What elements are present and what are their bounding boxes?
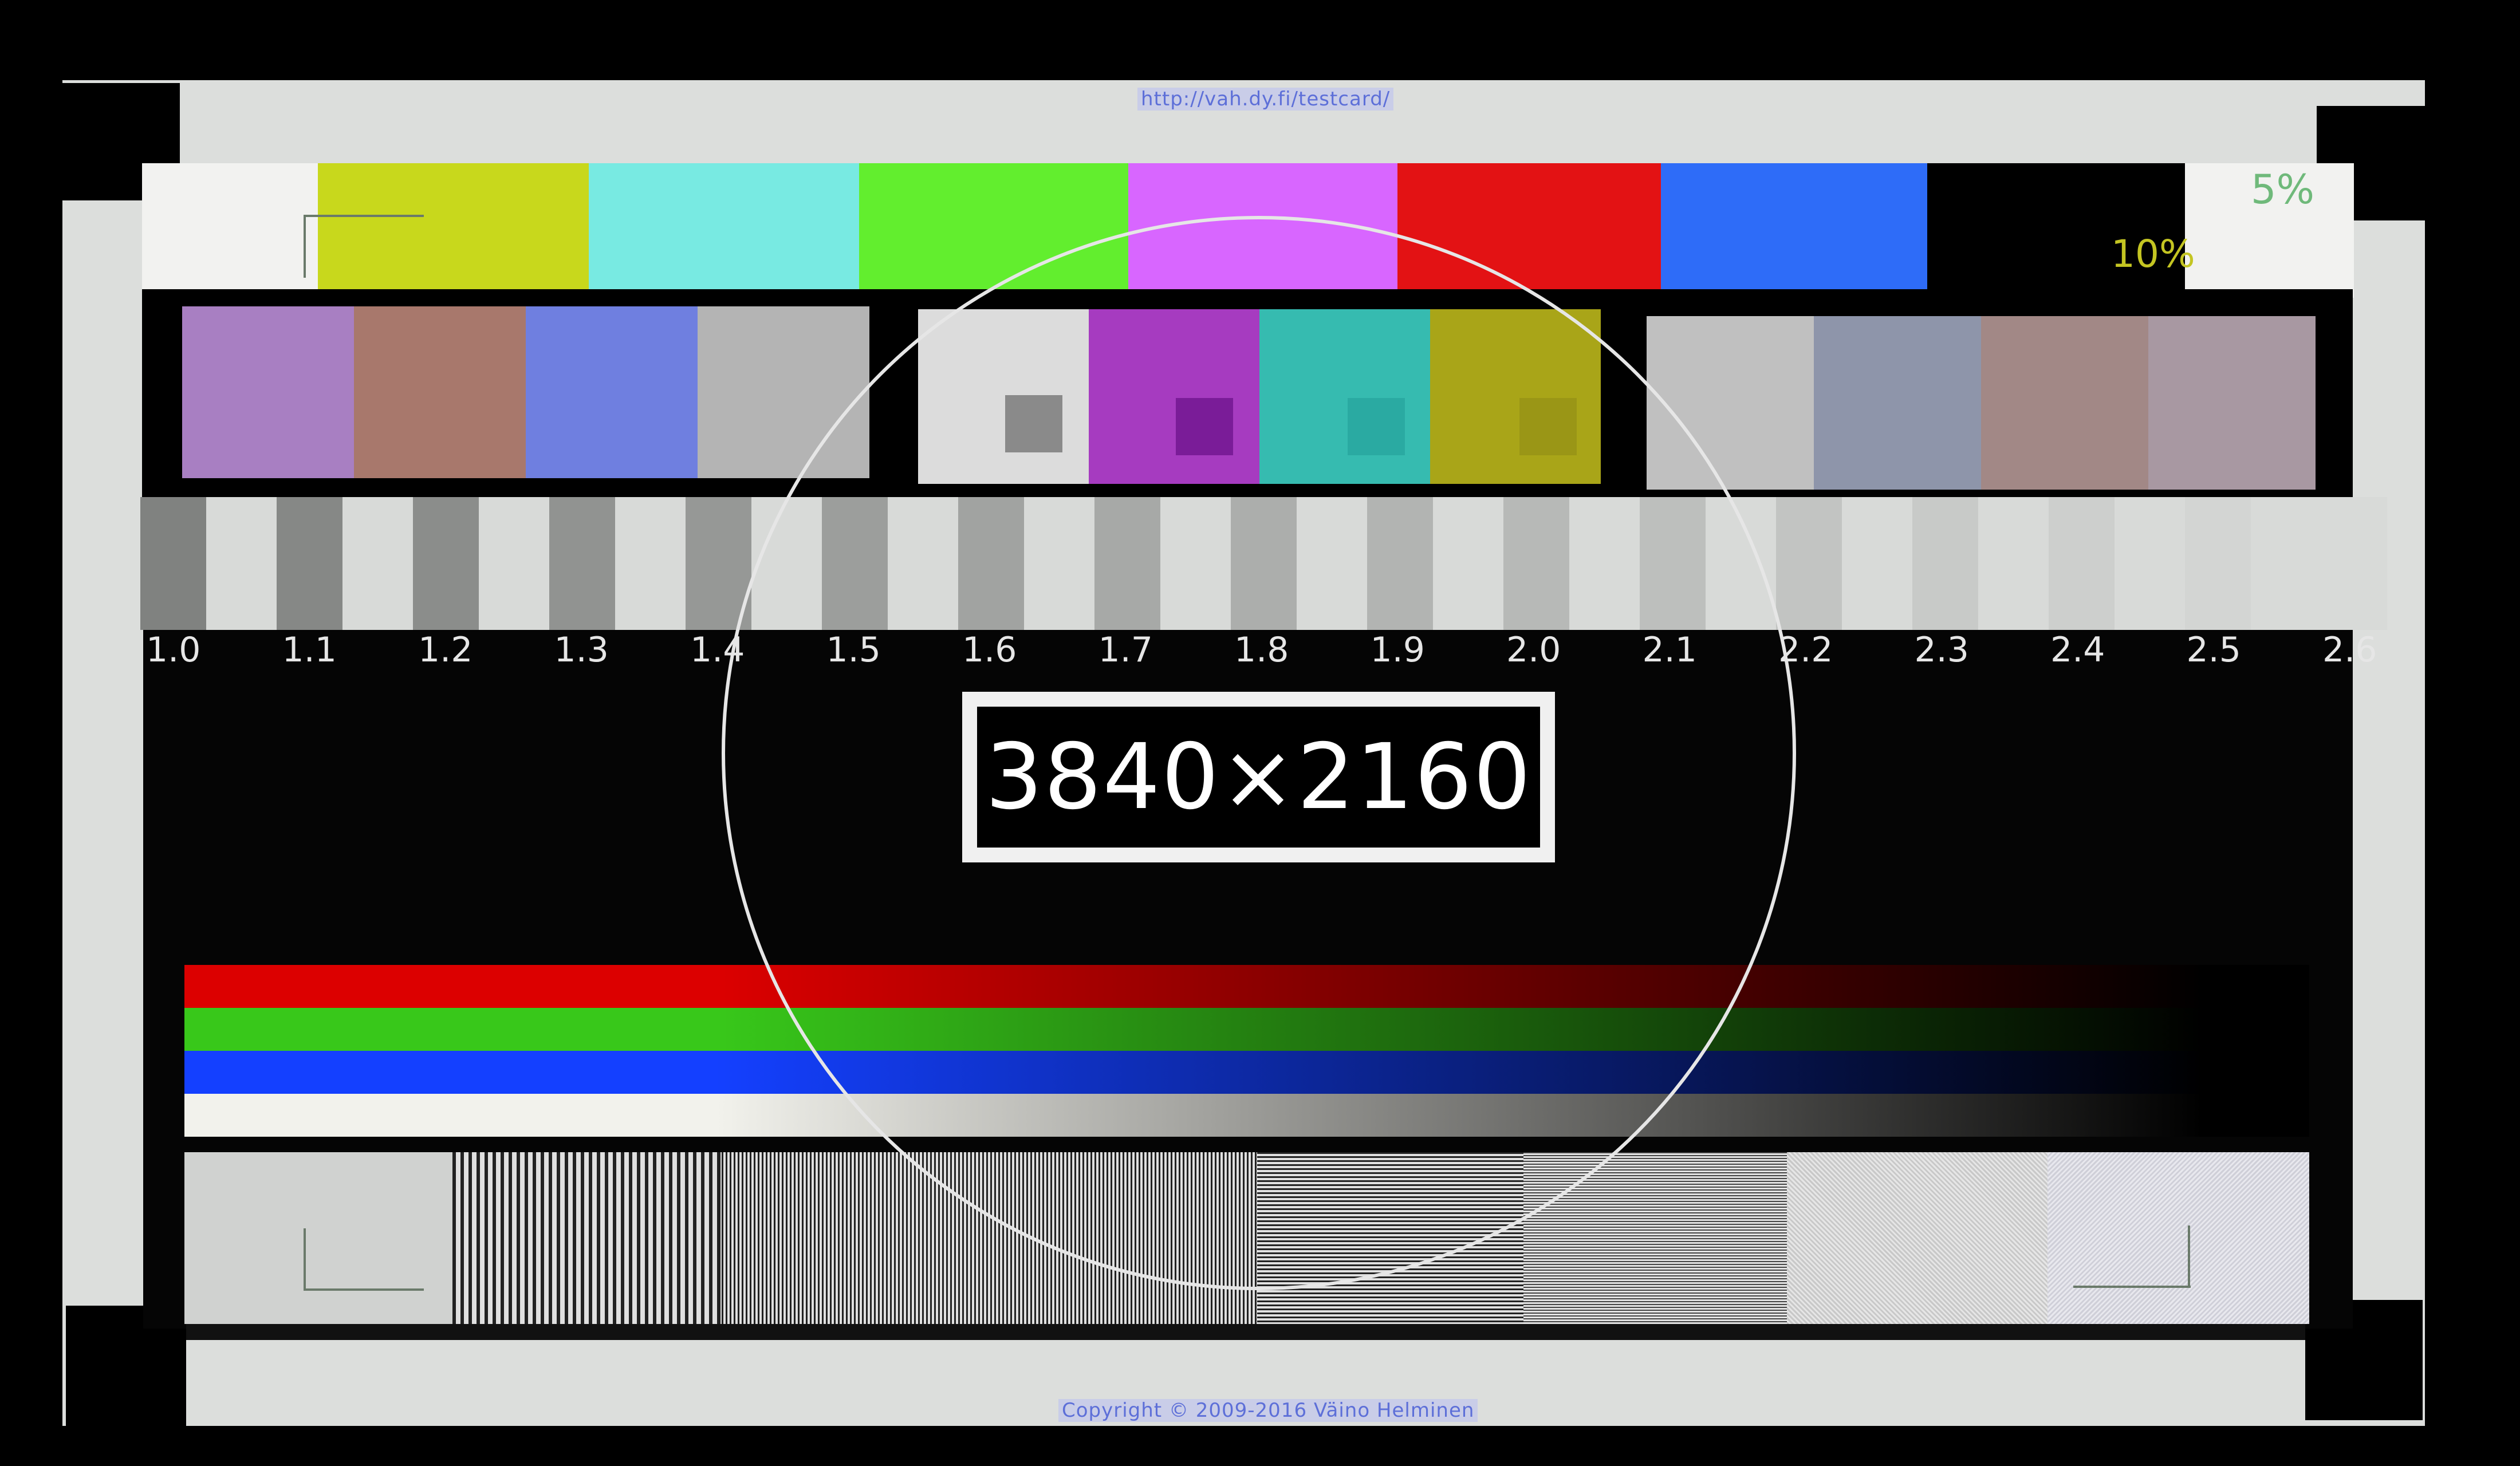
crop-mark bbox=[304, 1288, 424, 1291]
resolution-label: 3840×2160 bbox=[985, 724, 1532, 830]
copyright-text: Copyright © 2009-2016 Väino Helminen bbox=[1058, 1399, 1478, 1422]
crop-mark bbox=[304, 215, 306, 278]
resolution-box: 3840×2160 bbox=[962, 692, 1555, 862]
crop-mark bbox=[2073, 1286, 2191, 1288]
crop-mark bbox=[304, 215, 424, 217]
crop-mark bbox=[304, 1228, 306, 1288]
crop-mark bbox=[2188, 1225, 2190, 1286]
